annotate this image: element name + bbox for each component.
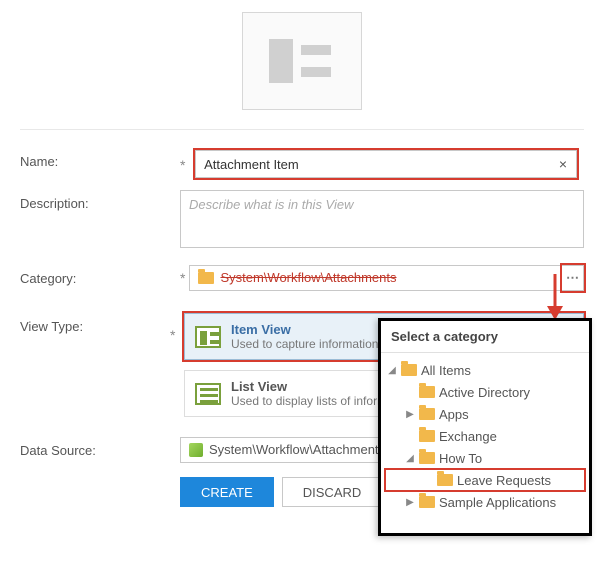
required-icon: * xyxy=(180,270,185,286)
view-thumbnail xyxy=(242,12,362,110)
popup-title: Select a category xyxy=(381,321,589,353)
smartobject-icon xyxy=(189,443,203,457)
folder-icon xyxy=(419,408,435,420)
tree-node[interactable]: Exchange xyxy=(385,425,585,447)
category-picker-popup: Select a category ◢ All Items Active Dir… xyxy=(378,318,592,536)
folder-icon xyxy=(419,496,435,508)
required-icon: * xyxy=(170,327,175,343)
tree-node-howto[interactable]: ◢ How To xyxy=(385,447,585,469)
name-input[interactable] xyxy=(195,150,577,178)
datasource-label: Data Source: xyxy=(20,437,180,458)
folder-icon xyxy=(419,430,435,442)
folder-icon xyxy=(419,452,435,464)
category-label: Category: xyxy=(20,265,180,286)
tree-node-leave-requests[interactable]: Leave Requests xyxy=(385,469,585,491)
tree-node[interactable]: ▶ Apps xyxy=(385,403,585,425)
viewtype-label: View Type: xyxy=(20,313,170,334)
collapse-icon[interactable]: ◢ xyxy=(405,453,415,464)
description-input[interactable] xyxy=(180,190,584,248)
expand-icon[interactable]: ▶ xyxy=(405,497,415,508)
category-browse-button[interactable]: ⋯ xyxy=(562,265,584,291)
folder-icon xyxy=(419,386,435,398)
expand-icon[interactable]: ▶ xyxy=(405,409,415,420)
discard-button[interactable]: DISCARD xyxy=(282,477,383,507)
required-icon: * xyxy=(180,157,185,173)
tree-node[interactable]: Active Directory xyxy=(385,381,585,403)
folder-icon xyxy=(401,364,417,376)
collapse-icon[interactable]: ◢ xyxy=(387,365,397,376)
create-button[interactable]: CREATE xyxy=(180,477,274,507)
description-label: Description: xyxy=(20,190,180,211)
category-tree[interactable]: ◢ All Items Active Directory ▶ Apps Exch… xyxy=(381,353,589,533)
folder-icon xyxy=(198,272,214,284)
tree-node-all-items[interactable]: ◢ All Items xyxy=(385,359,585,381)
folder-icon xyxy=(437,474,453,486)
item-view-icon xyxy=(195,326,221,348)
list-view-icon xyxy=(195,383,221,405)
tree-node[interactable]: ▶ Sample Applications xyxy=(385,491,585,513)
clear-name-icon[interactable]: × xyxy=(559,156,567,172)
name-label: Name: xyxy=(20,148,180,169)
category-path: System\Workflow\Attachments xyxy=(189,265,562,291)
